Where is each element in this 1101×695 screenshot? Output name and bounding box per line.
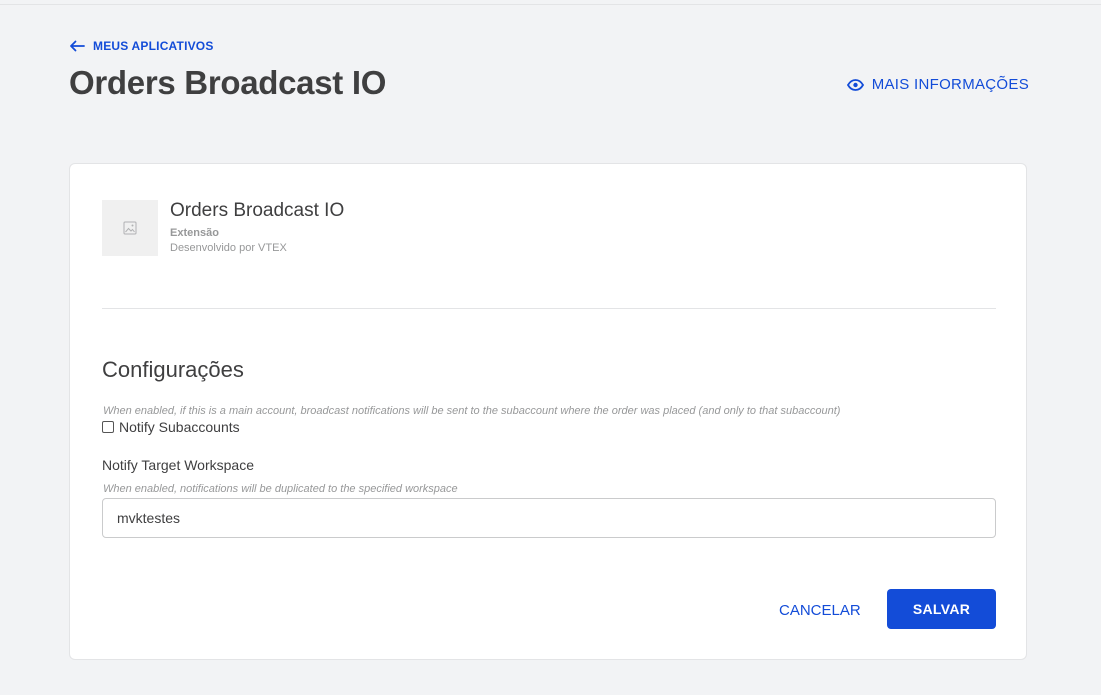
settings-section-title: Configurações	[102, 357, 244, 382]
notify-target-workspace-input[interactable]	[102, 498, 996, 538]
app-thumbnail	[102, 200, 158, 256]
notify-subaccounts-help: When enabled, if this is a main account,…	[103, 405, 841, 417]
notify-target-workspace-label: Notify Target Workspace	[102, 457, 254, 473]
notify-subaccounts-option[interactable]: Notify Subaccounts	[102, 419, 240, 435]
page-title: Orders Broadcast IO	[69, 64, 387, 101]
notify-target-workspace-help: When enabled, notifications will be dupl…	[103, 483, 458, 495]
top-border	[0, 4, 1101, 5]
eye-icon	[846, 78, 864, 91]
back-link-label: MEUS APLICATIVOS	[93, 39, 214, 53]
image-placeholder-icon	[123, 221, 137, 235]
notify-subaccounts-label: Notify Subaccounts	[119, 419, 240, 435]
app-developer: Desenvolvido por VTEX	[170, 242, 287, 254]
more-info-label: MAIS INFORMAÇÕES	[871, 76, 1029, 93]
back-link-my-apps[interactable]: MEUS APLICATIVOS	[69, 39, 214, 53]
arrow-left-icon	[70, 40, 85, 52]
app-settings-card: Orders Broadcast IO Extensão Desenvolvid…	[69, 163, 1027, 660]
save-button[interactable]: SALVAR	[887, 589, 996, 629]
cancel-button[interactable]: CANCELAR	[765, 590, 875, 630]
divider	[102, 308, 996, 309]
more-info-link[interactable]: MAIS INFORMAÇÕES	[846, 76, 1029, 93]
app-type: Extensão	[170, 227, 219, 239]
app-name: Orders Broadcast IO	[170, 200, 345, 221]
notify-subaccounts-checkbox[interactable]	[102, 421, 114, 433]
